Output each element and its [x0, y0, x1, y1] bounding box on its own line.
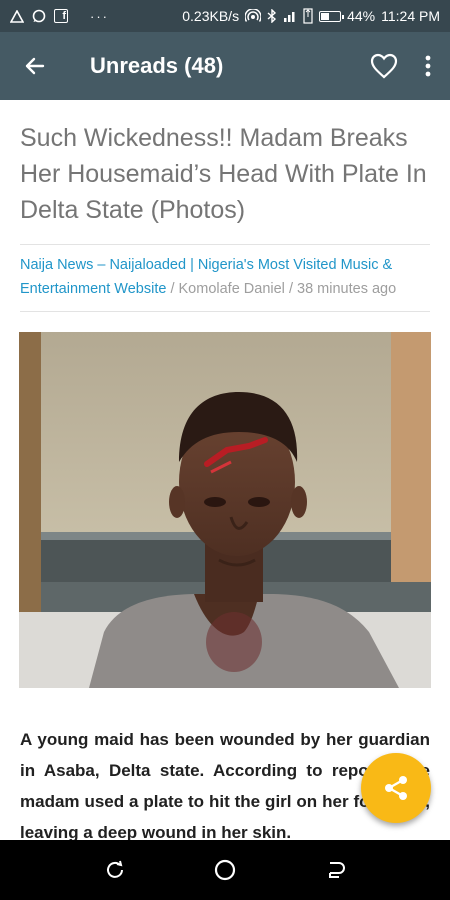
bluetooth-icon: [267, 9, 277, 23]
article-content[interactable]: Such Wickedness!! Madam Breaks Her House…: [0, 100, 450, 840]
author: Komolafe Daniel: [178, 281, 285, 297]
meta-separator: /: [166, 281, 179, 297]
status-bar: f ··· 0.23KB/s 44% 11:24 PM: [0, 0, 450, 32]
recent-apps-button[interactable]: [90, 845, 140, 895]
time-ago: 38 minutes ago: [297, 281, 397, 297]
system-nav-bar: [0, 840, 450, 900]
clock: 11:24 PM: [381, 8, 440, 24]
heart-outline-icon: [370, 53, 398, 79]
home-button[interactable]: [200, 845, 250, 895]
meta-separator-2: /: [284, 281, 298, 297]
recent-apps-icon: [107, 860, 123, 878]
facebook-icon: f: [54, 9, 68, 23]
hotspot-icon: [245, 9, 262, 23]
back-nav-icon: [329, 862, 345, 878]
article-title: Such Wickedness!! Madam Breaks Her House…: [20, 124, 427, 224]
alert-icon: [10, 9, 24, 23]
chat-icon: [32, 9, 46, 23]
net-speed: 0.23KB/s: [182, 8, 240, 24]
more-notifications-icon: ···: [90, 8, 109, 24]
overflow-menu-button[interactable]: [406, 32, 450, 100]
share-icon: [385, 776, 407, 800]
data-icon: [303, 8, 313, 24]
home-icon: [214, 859, 236, 881]
article-meta: Naija News – Naijaloaded | Nigeria's Mos…: [20, 253, 430, 301]
divider: [20, 244, 430, 245]
back-arrow-icon: [25, 57, 45, 75]
battery-percent: 44%: [347, 8, 376, 24]
back-nav-button[interactable]: [310, 845, 360, 895]
divider: [20, 311, 430, 312]
battery-icon: [319, 10, 345, 22]
app-bar: Unreads (48): [0, 32, 450, 100]
overflow-menu-icon: [425, 55, 431, 77]
favorite-button[interactable]: [362, 32, 406, 100]
back-button[interactable]: [0, 32, 70, 100]
signal-icon: [283, 10, 297, 22]
battery-fill: [321, 12, 329, 20]
share-button[interactable]: [361, 753, 431, 823]
article-photo[interactable]: [19, 332, 431, 688]
photo-illustration: [19, 332, 431, 688]
page-title: Unreads (48): [90, 53, 224, 78]
